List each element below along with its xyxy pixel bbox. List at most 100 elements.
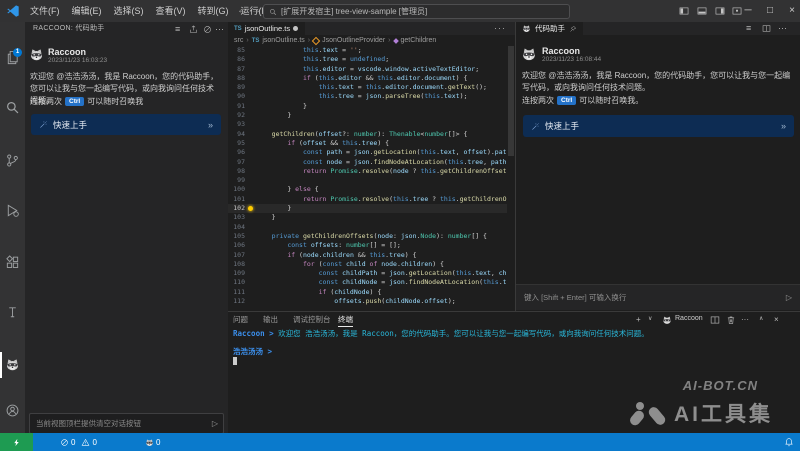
menu-selection[interactable]: 选择(S): [108, 0, 150, 22]
code-text: } else {: [256, 185, 319, 194]
terminal-name[interactable]: Raccoon: [675, 315, 703, 322]
code-line: 89 this.text = this.editor.document.getT…: [228, 83, 507, 92]
nav-forward-icon[interactable]: →: [250, 0, 262, 22]
more-actions-icon[interactable]: ···: [215, 22, 224, 36]
gutter: [245, 120, 256, 129]
list-icon[interactable]: ≡: [175, 22, 180, 36]
tab-jsonoutline[interactable]: TS jsonOutline.ts: [228, 22, 305, 35]
extensions-icon[interactable]: [5, 255, 20, 270]
code-text: const path = json.getLocation(this.text,…: [256, 148, 507, 157]
menu-edit[interactable]: 编辑(E): [66, 0, 108, 22]
close-panel-icon[interactable]: ×: [774, 313, 779, 326]
remote-indicator[interactable]: [0, 433, 33, 451]
source-control-icon[interactable]: [5, 153, 20, 168]
account-icon[interactable]: [5, 403, 20, 418]
tab-problems[interactable]: 问题: [233, 314, 248, 326]
tools-icon[interactable]: [5, 305, 20, 320]
breadcrumb-method[interactable]: getChildren: [401, 37, 437, 44]
quickstart-button[interactable]: 快速上手 »: [523, 115, 794, 137]
split-editor-icon[interactable]: [762, 24, 771, 33]
more-actions-icon[interactable]: ···: [778, 21, 787, 35]
send-icon[interactable]: ▷: [212, 419, 223, 428]
run-debug-icon[interactable]: [5, 203, 20, 218]
line-number: 99: [228, 176, 245, 185]
command-center[interactable]: [扩展开发宿主] tree-view-sample [管理员]: [263, 4, 570, 19]
code-text: }: [256, 102, 307, 111]
tab-debug-console[interactable]: 调试控制台: [293, 314, 331, 326]
toggle-secondary-sidebar-icon[interactable]: [714, 6, 726, 16]
breadcrumb-class[interactable]: JsonOutlineProvider: [322, 37, 385, 44]
more-actions-icon[interactable]: ···: [741, 313, 749, 326]
line-number: 112: [228, 297, 245, 306]
minimize-button[interactable]: ─: [738, 0, 758, 22]
tab-assistant[interactable]: 代码助手: [516, 22, 583, 35]
maximize-button[interactable]: □: [760, 0, 780, 22]
scrollbar-thumb[interactable]: [508, 46, 514, 156]
split-terminal-icon[interactable]: [710, 315, 720, 325]
terminal-dropdown-icon[interactable]: ∨: [648, 313, 652, 326]
watermark-text: AI-BOT.CN: [683, 378, 758, 393]
quickstart-button[interactable]: 快速上手 »: [31, 114, 221, 135]
close-button[interactable]: ×: [782, 0, 800, 22]
code-line: 94 getChildren(offset?: number): Thenabl…: [228, 130, 507, 139]
problems-status[interactable]: 0 0: [60, 433, 97, 451]
code-text: this.tree = undefined;: [256, 55, 389, 64]
assistant-chat-input[interactable]: 键入 [Shift + Enter] 可输入换行 ▷: [516, 284, 800, 310]
clear-chat-icon[interactable]: [203, 25, 212, 34]
send-icon[interactable]: ▷: [786, 293, 800, 302]
lightbulb-icon[interactable]: [248, 206, 253, 211]
modified-dot-icon[interactable]: [293, 26, 298, 31]
breadcrumb-file[interactable]: jsonOutline.ts: [262, 37, 304, 44]
quickstart-label: 快速上手: [53, 119, 203, 131]
raccoon-status[interactable]: 0: [145, 433, 160, 451]
line-number: 103: [228, 213, 245, 222]
maximize-panel-icon[interactable]: ∧: [759, 313, 763, 326]
ctrl-key-badge: Ctrl: [65, 97, 84, 106]
sidebar-input-placeholder: 当前视图顶栏提供清空对话按钮: [30, 418, 212, 429]
menu-goto[interactable]: 转到(G): [192, 0, 235, 22]
ctrl-key-badge: Ctrl: [557, 96, 576, 105]
tab-output[interactable]: 输出: [263, 314, 278, 326]
active-item-indicator: [0, 352, 2, 378]
code-text: return Promise.resolve(node ? this.getCh…: [256, 167, 507, 176]
terminal-line: 浩浩汤汤 >: [233, 347, 649, 356]
menu-view[interactable]: 查看(V): [150, 0, 192, 22]
line-number: 108: [228, 260, 245, 269]
export-chat-icon[interactable]: [189, 25, 198, 34]
terminal-line: Raccoon > 欢迎您 浩浩汤汤，我是 Raccoon，您的代码助手。您可以…: [233, 329, 649, 338]
code-text: return Promise.resolve(this.tree ? this.…: [256, 195, 507, 204]
breadcrumb: src › TS jsonOutline.ts › JsonOutlinePro…: [228, 35, 521, 46]
code-editor[interactable]: 85 this.text = '';86 this.tree = undefin…: [228, 46, 507, 310]
raccoon-icon[interactable]: [5, 357, 20, 372]
panel-menu-icon[interactable]: ≡: [746, 21, 751, 35]
sidebar-chat-input[interactable]: 当前视图顶栏提供清空对话按钮 ▷: [29, 413, 224, 434]
quickstart-chevrons: »: [781, 121, 786, 131]
line-number: 104: [228, 223, 245, 232]
quickstart-icon: [531, 122, 540, 131]
toggle-panel-icon[interactable]: [696, 6, 708, 16]
toggle-sidebar-icon[interactable]: [678, 6, 690, 16]
kill-terminal-icon[interactable]: [726, 315, 736, 325]
search-icon[interactable]: [5, 100, 20, 115]
notifications-bell-icon[interactable]: [784, 437, 794, 447]
pin-icon[interactable]: [569, 25, 577, 33]
code-text: offsets.push(childNode.offset);: [256, 297, 456, 306]
editor-scrollbar[interactable]: [507, 46, 515, 310]
tab-terminal[interactable]: 终端: [338, 314, 353, 327]
code-line: 108 for (const child of node.children) {: [228, 260, 507, 269]
chat-timestamp: 2023/11/23 16:08:44: [542, 56, 601, 63]
menu-file[interactable]: 文件(F): [24, 0, 66, 22]
class-symbol-icon: [312, 36, 320, 44]
editor-actions-more-icon[interactable]: ···: [494, 22, 506, 35]
line-number: 91: [228, 102, 245, 111]
new-terminal-icon[interactable]: +: [636, 313, 641, 326]
terminal-content[interactable]: Raccoon > 欢迎您 浩浩汤汤，我是 Raccoon，您的代码助手。您可以…: [233, 329, 649, 365]
breadcrumb-src[interactable]: src: [234, 37, 243, 44]
terminal-prompt: 浩浩汤汤 >: [233, 347, 272, 356]
line-number: 105: [228, 232, 245, 241]
chat-author: Raccoon: [542, 46, 580, 56]
code-line: 101 return Promise.resolve(this.tree ? t…: [228, 195, 507, 204]
code-text: this.text = this.editor.document.getText…: [256, 83, 487, 92]
code-line: 98 return Promise.resolve(node ? this.ge…: [228, 167, 507, 176]
nav-back-icon[interactable]: ←: [236, 0, 248, 22]
